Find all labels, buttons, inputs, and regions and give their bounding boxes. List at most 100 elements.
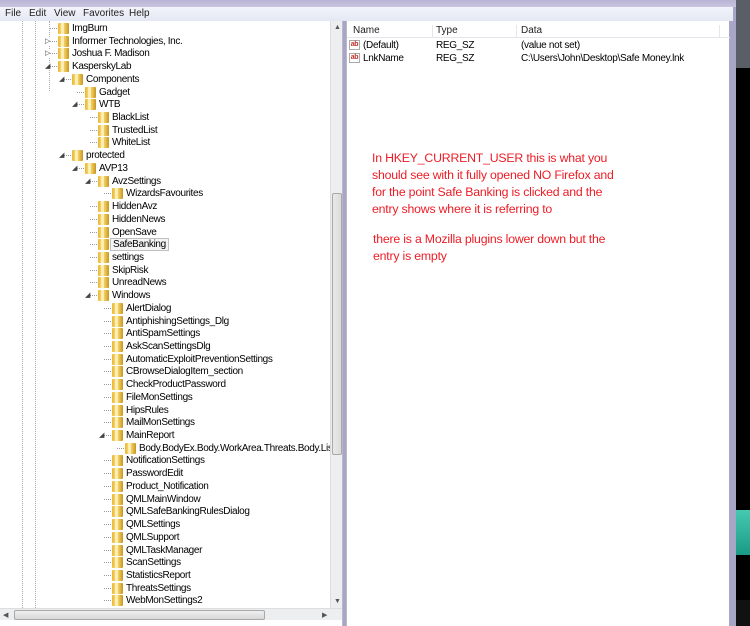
tree-item[interactable]: ◢ Components xyxy=(0,73,330,86)
collapse-arrow-icon[interactable]: ◢ xyxy=(59,152,64,160)
tree-item[interactable]: Body.BodyEx.Body.WorkArea.Threats.Body.L… xyxy=(0,442,342,455)
tree-item-label: AVP13 xyxy=(99,162,128,174)
tree-item-label: MailMonSettings xyxy=(126,417,195,429)
menu-view[interactable]: View xyxy=(54,8,76,19)
value-row-default[interactable]: ab (Default) REG_SZ (value not set) xyxy=(347,40,727,53)
tree-item[interactable]: ▷ Informer Technologies, Inc. xyxy=(0,35,330,48)
column-header-name[interactable]: Name xyxy=(347,25,433,38)
menu-edit[interactable]: Edit xyxy=(29,8,46,19)
tree-connector xyxy=(104,435,111,437)
tree-item[interactable]: QMLTaskManager xyxy=(0,544,330,557)
collapse-arrow-icon[interactable]: ◢ xyxy=(85,292,90,300)
tree-item[interactable]: ◢ KasperskyLab xyxy=(0,60,330,73)
tree-item[interactable]: TrustedList xyxy=(0,124,330,137)
tree-item[interactable]: ◢ AVP13 xyxy=(0,162,330,175)
tree-item[interactable]: FileMonSettings xyxy=(0,391,330,404)
annotation-line: In HKEY_CURRENT_USER this is what you xyxy=(372,151,608,165)
column-header-type[interactable]: Type xyxy=(433,25,517,38)
tree-item[interactable]: MailMonSettings xyxy=(0,416,330,429)
tree-item[interactable]: QMLMainWindow xyxy=(0,493,330,506)
tree-item[interactable]: CBrowseDialogItem_section xyxy=(0,365,330,378)
tree-item[interactable]: QMLSupport xyxy=(0,531,330,544)
value-row-lnkname[interactable]: ab LnkName REG_SZ C:\Users\John\Desktop\… xyxy=(347,53,727,66)
tree-item[interactable]: AutomaticExploitPreventionSettings xyxy=(0,353,330,366)
tree-item[interactable]: AskScanSettingsDlg xyxy=(0,340,330,353)
title-bar[interactable] xyxy=(0,0,736,7)
collapse-arrow-icon[interactable]: ◢ xyxy=(72,101,77,109)
registry-key-tree: ImgBurn ▷ Informer Technologies, Inc. ▷ Josh… xyxy=(0,21,343,626)
tree-item[interactable]: AlertDialog xyxy=(0,302,330,315)
tree-item[interactable]: Product_Notification xyxy=(0,480,330,493)
tree-item[interactable]: SafeBanking xyxy=(0,238,330,252)
tree-item-label: Product_Notification xyxy=(126,480,209,492)
tree-item[interactable]: QMLSafeBankingRulesDialog xyxy=(0,505,330,518)
tree-item[interactable]: UnreadNews xyxy=(0,276,330,289)
tree-item[interactable]: HiddenNews xyxy=(0,213,330,226)
tree-item[interactable]: ▷ Joshua F. Madison xyxy=(0,47,330,60)
tree-item[interactable]: StatisticsReport xyxy=(0,569,330,582)
tree-item[interactable]: NotificationSettings xyxy=(0,454,330,467)
tree-item[interactable]: WizardsFavourites xyxy=(0,187,330,200)
menu-file[interactable]: File xyxy=(5,8,21,19)
tree-connector xyxy=(50,53,57,55)
expand-arrow-icon[interactable]: ▷ xyxy=(45,50,50,58)
scroll-right-icon[interactable]: ▶ xyxy=(322,611,327,619)
tree-connector xyxy=(50,40,57,42)
expand-arrow-icon[interactable]: ▷ xyxy=(45,37,50,45)
collapse-arrow-icon[interactable]: ◢ xyxy=(72,164,77,172)
tree-item[interactable]: ImgBurn xyxy=(0,22,330,35)
tree-horizontal-scrollbar[interactable]: ◀ ▶ xyxy=(0,608,342,620)
tree-item[interactable]: WhiteList xyxy=(0,136,330,149)
menu-favorites[interactable]: Favorites xyxy=(83,8,124,19)
folder-icon xyxy=(112,557,123,569)
collapse-arrow-icon[interactable]: ◢ xyxy=(45,63,50,71)
tree-item[interactable]: ◢ MainReport xyxy=(0,429,330,442)
tree-item-label: AvzSettings xyxy=(112,175,161,187)
folder-icon xyxy=(98,124,109,136)
tree-item[interactable]: AntiphishingSettings_Dlg xyxy=(0,315,330,328)
tree-item[interactable]: HipsRules xyxy=(0,404,330,417)
tree-item-label: AntiSpamSettings xyxy=(126,328,200,340)
folder-icon xyxy=(112,188,123,200)
tree-connector xyxy=(104,562,111,564)
tree-item[interactable]: Gadget xyxy=(0,86,330,99)
collapse-arrow-icon[interactable]: ◢ xyxy=(85,177,90,185)
tree-item[interactable]: WebMonSettings2 xyxy=(0,594,330,607)
tree-item[interactable]: ◢ AvzSettings xyxy=(0,175,330,188)
collapse-arrow-icon[interactable]: ◢ xyxy=(99,432,104,440)
tree-item-label: QMLMainWindow xyxy=(126,493,201,505)
collapse-arrow-icon[interactable]: ◢ xyxy=(59,75,64,83)
tree-connector xyxy=(77,104,84,106)
tree-item[interactable]: PasswordEdit xyxy=(0,467,330,480)
tree-item[interactable]: HiddenAvz xyxy=(0,200,330,213)
scroll-left-icon[interactable]: ◀ xyxy=(3,611,8,619)
menu-help[interactable]: Help xyxy=(129,8,150,19)
tree-item[interactable]: CheckProductPassword xyxy=(0,378,330,391)
tree-item[interactable]: ThreatsSettings xyxy=(0,582,330,595)
tree-item[interactable]: ◢ WTB xyxy=(0,98,330,111)
tree-item[interactable]: SkipRisk xyxy=(0,264,330,277)
tree-vertical-scrollbar[interactable]: ▲ ▼ xyxy=(330,21,342,608)
tree-item[interactable]: OpenSave xyxy=(0,226,330,239)
tree-item[interactable]: AntiSpamSettings xyxy=(0,327,330,340)
registry-editor-window: File Edit View Favorites Help ImgBurn ▷ In… xyxy=(0,0,736,626)
annotation-line: entry is empty xyxy=(373,249,447,263)
tree-connector xyxy=(104,307,111,309)
column-header-data[interactable]: Data xyxy=(517,25,720,38)
scroll-up-icon[interactable]: ▲ xyxy=(334,24,341,31)
tree-item[interactable]: BlackList xyxy=(0,111,330,124)
folder-icon xyxy=(98,175,109,187)
vertical-scroll-thumb[interactable] xyxy=(332,193,342,455)
tree-item[interactable]: settings xyxy=(0,251,330,264)
list-header: Name Type Data xyxy=(347,22,730,38)
folder-icon xyxy=(98,201,109,213)
tree-item[interactable]: QMLSettings xyxy=(0,518,330,531)
tree-item[interactable]: ◢ Windows xyxy=(0,289,330,302)
tree-item[interactable]: ◢ protected xyxy=(0,149,330,162)
tree-item-label: OpenSave xyxy=(112,226,157,238)
tree-item[interactable]: ScanSettings xyxy=(0,556,330,569)
string-value-icon: ab xyxy=(349,40,360,50)
folder-icon xyxy=(72,73,83,85)
scroll-down-icon[interactable]: ▼ xyxy=(334,598,341,605)
horizontal-scroll-thumb[interactable] xyxy=(14,610,265,620)
